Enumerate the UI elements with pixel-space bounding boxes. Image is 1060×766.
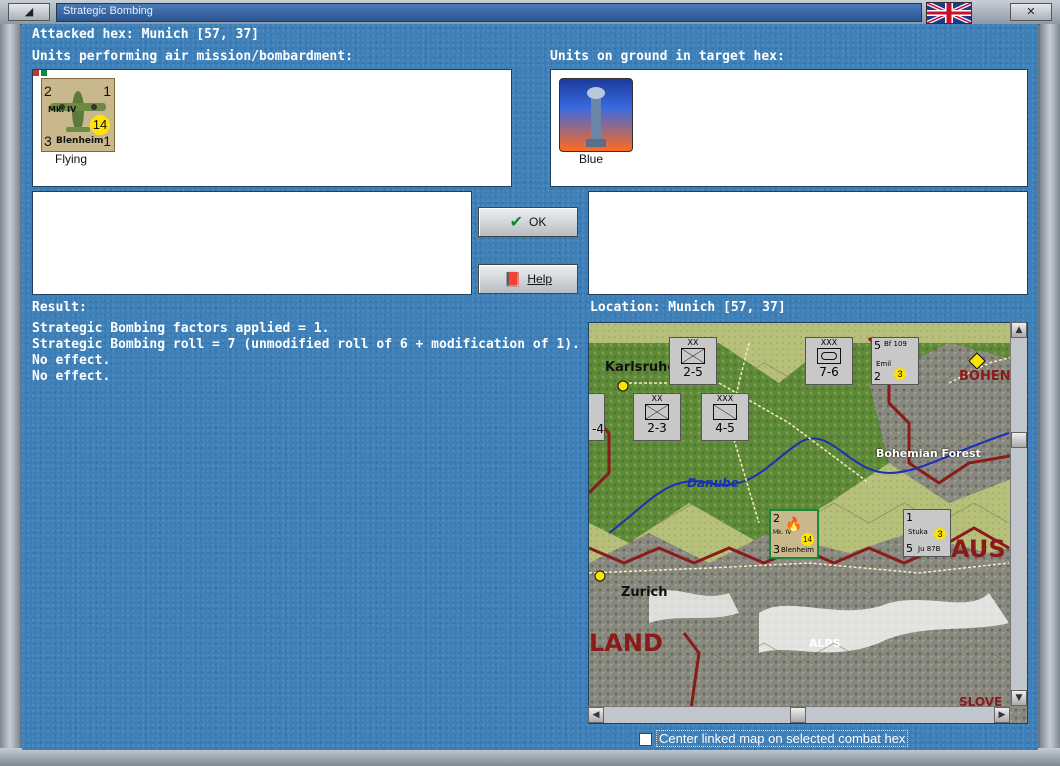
cavalry-symbol-icon — [713, 404, 737, 420]
title-bar: ◢ Strategic Bombing ✕ — [0, 0, 1060, 25]
map-label-bohemian-forest: Bohemian Forest — [876, 447, 981, 460]
window-frame-right — [1040, 24, 1060, 752]
minimize-button[interactable]: ◢ — [8, 3, 50, 21]
attacked-hex-label: Attacked hex: Munich [57, 37] — [32, 27, 259, 42]
map-unit-counter[interactable]: XXX 7-6 — [805, 337, 853, 385]
dialog-content: Attacked hex: Munich [57, 37] Units perf… — [22, 24, 1038, 750]
map-label-zurich: Zurich — [621, 585, 668, 600]
location-label: Location: Munich [57, 37] — [590, 300, 786, 315]
map-horizontal-scrollbar[interactable]: ◀ ▶ — [588, 706, 1010, 723]
fire-icon: 🔥 — [785, 517, 803, 533]
map-label-danube: Danube — [687, 476, 739, 490]
map-label-country-aus: AUS — [951, 535, 1006, 563]
map-vertical-scrollbar[interactable]: ▲ ▼ — [1010, 322, 1027, 706]
unit-strength-badge: 14 — [90, 115, 110, 135]
title-field: Strategic Bombing — [56, 3, 922, 22]
map-label-karlsruhe: Karlsruhe — [605, 360, 677, 375]
window-frame-bottom — [0, 748, 1060, 766]
map-unit-counter[interactable]: -4 — [589, 393, 605, 441]
map-air-counter[interactable]: 5 Bf 109 2 Emil 3 — [871, 337, 919, 385]
green-marker-icon — [41, 70, 47, 76]
result-line: No effect. — [32, 353, 111, 368]
unit-model: Mk. IV — [48, 105, 77, 114]
ok-button[interactable]: ✔ OK — [478, 207, 578, 237]
air-details-panel — [32, 191, 472, 295]
air-units-panel: 2 1 3 1 Mk. IV Blenheim 14 Flying — [32, 69, 512, 187]
help-book-icon: 📕 — [503, 270, 522, 287]
location-map[interactable]: Karlsruhe Bohemian Forest Danube Zurich … — [588, 322, 1028, 724]
map-label-alps: ALPS — [809, 637, 841, 650]
air-unit-caption: Flying — [55, 152, 88, 166]
scroll-left-icon[interactable]: ◀ — [588, 707, 604, 723]
center-map-checkbox[interactable] — [639, 733, 652, 746]
result-line: Strategic Bombing roll = 7 (unmodified r… — [32, 337, 580, 352]
map-air-counter[interactable]: 1 Stuka 5 Ju 87B 3 — [903, 509, 951, 557]
close-button[interactable]: ✕ — [1010, 3, 1052, 21]
ground-units-panel: Blue — [550, 69, 1028, 187]
unit-top-left: 2 — [44, 83, 52, 99]
factory-target-icon[interactable] — [559, 78, 633, 152]
uk-flag-icon — [926, 2, 972, 24]
result-line: Strategic Bombing factors applied = 1. — [32, 321, 330, 336]
checkmark-icon: ✔ — [509, 214, 524, 231]
horizontal-scroll-thumb[interactable] — [790, 707, 806, 723]
scroll-up-icon[interactable]: ▲ — [1011, 322, 1027, 338]
scroll-down-icon[interactable]: ▼ — [1011, 690, 1027, 706]
map-label-country-bohen: BOHEN — [959, 369, 1011, 384]
armor-symbol-icon — [817, 348, 841, 364]
unit-counter-blenheim[interactable]: 2 1 3 1 Mk. IV Blenheim 14 — [41, 78, 115, 152]
unit-top-right: 1 — [103, 83, 111, 99]
ground-details-panel — [588, 191, 1028, 295]
red-marker-icon — [33, 70, 39, 76]
unit-bottom-right: 1 — [103, 133, 111, 149]
map-unit-counter[interactable]: XXX 4-5 — [701, 393, 749, 441]
infantry-symbol-icon — [681, 348, 705, 364]
window-title: Strategic Bombing — [63, 5, 153, 17]
unit-name: Blenheim — [56, 136, 104, 146]
result-line: No effect. — [32, 369, 111, 384]
strategic-bombing-window: ◢ Strategic Bombing ✕ Attacked hex: Muni… — [0, 0, 1060, 766]
help-button[interactable]: 📕 Help — [478, 264, 578, 294]
air-units-label: Units performing air mission/bombardment… — [32, 49, 353, 64]
result-label: Result: — [32, 300, 87, 315]
window-frame-left — [0, 24, 20, 752]
map-label-country-land: LAND — [589, 629, 663, 657]
map-air-counter-selected[interactable]: 2 Mk. IV 3 Blenheim 14 🔥 — [769, 509, 819, 559]
map-unit-counter[interactable]: XX 2-5 — [669, 337, 717, 385]
center-map-checkbox-label[interactable]: Center linked map on selected combat hex — [656, 730, 909, 747]
map-unit-counter[interactable]: XX 2-3 — [633, 393, 681, 441]
vertical-scroll-thumb[interactable] — [1011, 432, 1027, 448]
infantry-symbol-icon — [645, 404, 669, 420]
unit-bottom-left: 3 — [44, 133, 52, 149]
scroll-right-icon[interactable]: ▶ — [994, 707, 1010, 723]
ground-units-label: Units on ground in target hex: — [550, 49, 785, 64]
ground-unit-caption: Blue — [579, 152, 604, 166]
